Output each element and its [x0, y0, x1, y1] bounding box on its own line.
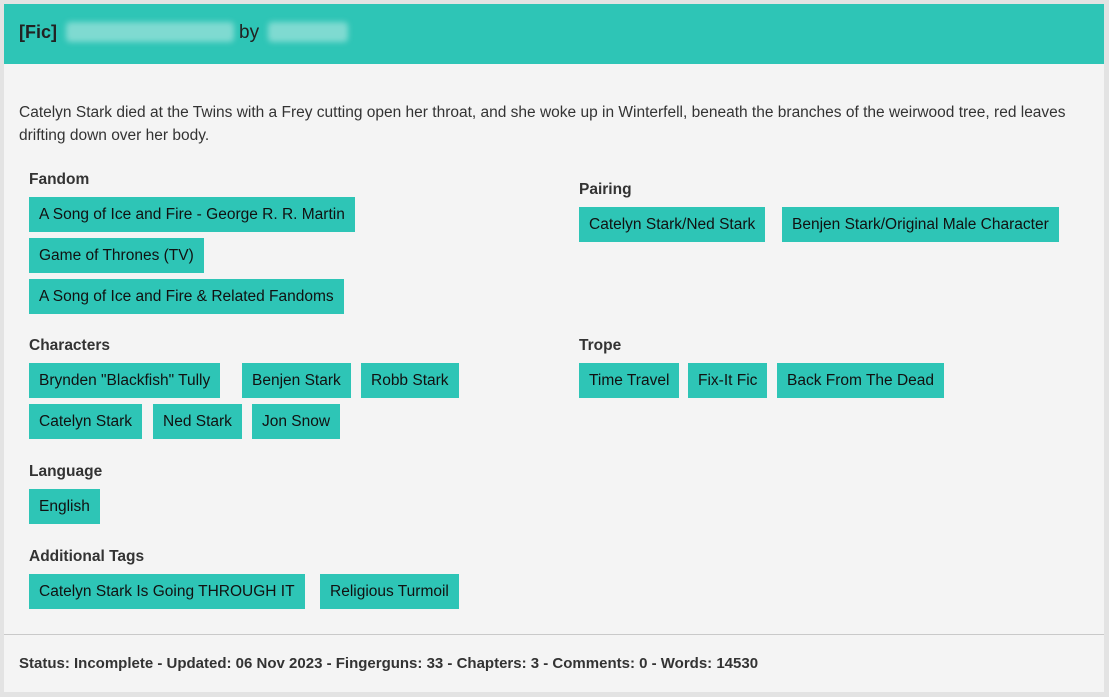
additional-tag[interactable]: Catelyn Stark Is Going THROUGH IT: [29, 574, 305, 609]
trope-tag[interactable]: Fix-It Fic: [688, 363, 768, 398]
character-tag[interactable]: Ned Stark: [153, 404, 242, 439]
characters-label: Characters: [29, 337, 110, 354]
fic-header: [Fic] by: [4, 4, 1104, 64]
fic-prefix: [Fic]: [19, 22, 57, 42]
redacted-author[interactable]: [268, 22, 349, 42]
trope-tag[interactable]: Time Travel: [579, 363, 680, 398]
footer-divider: [4, 634, 1104, 635]
language-tag[interactable]: English: [29, 489, 100, 524]
language-label: Language: [29, 463, 103, 480]
trope-tag[interactable]: Back From The Dead: [777, 363, 945, 398]
pairing-label: Pairing: [579, 181, 632, 198]
character-tag[interactable]: Robb Stark: [361, 363, 459, 398]
redacted-title: [66, 22, 235, 42]
character-tag[interactable]: Brynden "Blackfish" Tully: [29, 363, 221, 398]
pairing-tag[interactable]: Catelyn Stark/Ned Stark: [579, 207, 766, 242]
fic-card: [Fic] by Catelyn Stark died at the Twins…: [4, 4, 1104, 692]
fic-summary: Catelyn Stark died at the Twins with a F…: [19, 104, 1066, 144]
by-label: by: [239, 22, 260, 43]
additional-tag[interactable]: Religious Turmoil: [320, 574, 459, 609]
fandom-tag[interactable]: A Song of Ice and Fire & Related Fandoms: [29, 279, 344, 314]
trope-label: Trope: [579, 337, 622, 354]
pairing-tag[interactable]: Benjen Stark/Original Male Character: [782, 207, 1059, 242]
fandom-label: Fandom: [29, 171, 90, 188]
character-tag[interactable]: Catelyn Stark: [29, 404, 143, 439]
fic-title[interactable]: [Fic] by: [19, 22, 349, 44]
fandom-tag[interactable]: Game of Thrones (TV): [29, 238, 204, 273]
character-tag[interactable]: Jon Snow: [252, 404, 341, 439]
additional-tags-label: Additional Tags: [29, 548, 145, 565]
character-tag[interactable]: Benjen Stark: [242, 363, 351, 398]
fandom-tag[interactable]: A Song of Ice and Fire - George R. R. Ma…: [29, 197, 355, 232]
fic-status-line: Status: Incomplete - Updated: 06 Nov 202…: [19, 655, 759, 672]
